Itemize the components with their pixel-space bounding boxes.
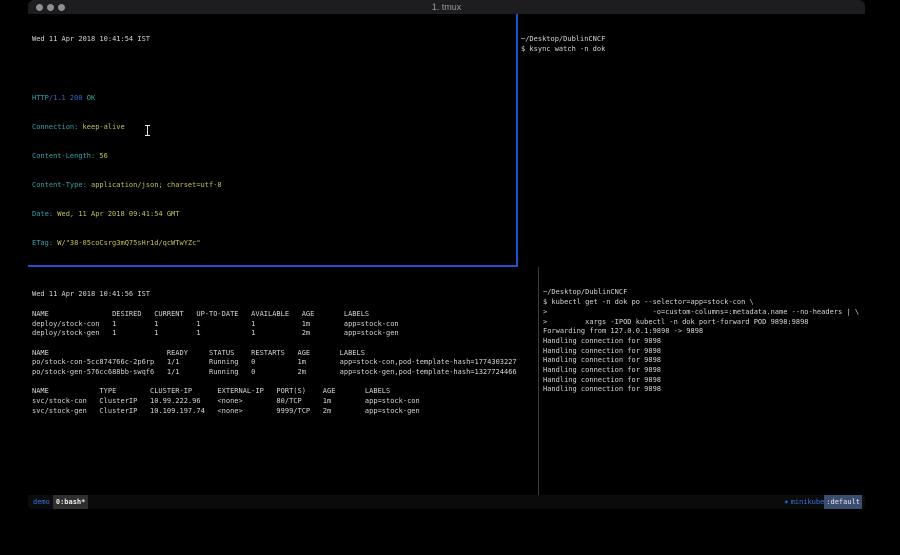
http-header-line: Content-Type: application/json; charset=u… xyxy=(32,181,516,191)
header-value: 56 xyxy=(99,152,107,160)
header-name: Date: xyxy=(32,210,53,218)
pane-divider-vertical-top[interactable] xyxy=(516,14,518,267)
pane-http-response[interactable]: Wed 11 Apr 2018 10:41:54 IST HTTP/1.1 20… xyxy=(28,14,516,265)
header-name: Content-Type: xyxy=(32,181,87,189)
kube-namespace: :default xyxy=(824,495,862,509)
header-name: Connection: xyxy=(32,123,78,131)
header-name: ETag: xyxy=(32,239,53,247)
header-value: Wed, 11 Apr 2018 09:41:54 GMT xyxy=(57,210,179,218)
window-titlebar[interactable]: 1. tmux xyxy=(28,0,865,14)
terminal-window: 1. tmux Wed 11 Apr 2018 10:41:54 IST HTT… xyxy=(28,0,865,509)
http-header-line: Content-Length: 56 xyxy=(32,152,516,162)
terminal-output: ~/Desktop/DublinCNCF $ kubectl get -n do… xyxy=(543,288,865,395)
session-name: demo xyxy=(30,495,53,509)
http-header-line: ETag: W/"38-05coCsrg3mQ75sHr1d/qcWTwYZc" xyxy=(32,239,516,249)
pane-kubectl-get[interactable]: Wed 11 Apr 2018 10:41:56 IST NAME DESIRE… xyxy=(28,267,538,495)
http-version-code: /1.1 200 xyxy=(49,94,83,102)
http-header-line: Connection: keep-alive xyxy=(32,123,516,133)
pane-port-forward[interactable]: ~/Desktop/DublinCNCF $ kubectl get -n do… xyxy=(539,267,865,495)
kubernetes-helm-icon: ⎈ xyxy=(784,495,788,509)
header-value: keep-alive xyxy=(83,123,125,131)
status-right: ⎈ minikube :default xyxy=(784,495,865,509)
window-tab-bash[interactable]: 0:bash* xyxy=(53,495,89,509)
mouse-cursor-ibeam xyxy=(144,125,151,136)
desktop-background: 1. tmux Wed 11 Apr 2018 10:41:54 IST HTT… xyxy=(0,0,900,555)
header-value: W/"38-05coCsrg3mQ75sHr1d/qcWTwYZc" xyxy=(57,239,200,247)
tmux-status-bar: demo 0:bash* ⎈ minikube :default xyxy=(28,495,865,509)
header-name: Content-Length: xyxy=(32,152,95,160)
kube-context: minikube xyxy=(791,495,825,509)
header-value: application/json; charset=utf-8 xyxy=(91,181,222,189)
pane-ksync[interactable]: ~/Desktop/DublinCNCF $ ksync watch -n do… xyxy=(518,14,865,265)
http-reason: OK xyxy=(87,94,95,102)
http-status-line: HTTP/1.1 200 OK xyxy=(32,94,516,104)
window-title: 1. tmux xyxy=(28,2,865,12)
http-header-line: Date: Wed, 11 Apr 2018 09:41:54 GMT xyxy=(32,210,516,220)
terminal-output: Wed 11 Apr 2018 10:41:56 IST NAME DESIRE… xyxy=(32,290,538,416)
terminal-output: ~/Desktop/DublinCNCF $ ksync watch -n do… xyxy=(521,35,865,54)
timestamp-line: Wed 11 Apr 2018 10:41:54 IST xyxy=(32,35,516,45)
status-left: demo 0:bash* xyxy=(28,495,88,509)
http-protocol: HTTP xyxy=(32,94,49,102)
